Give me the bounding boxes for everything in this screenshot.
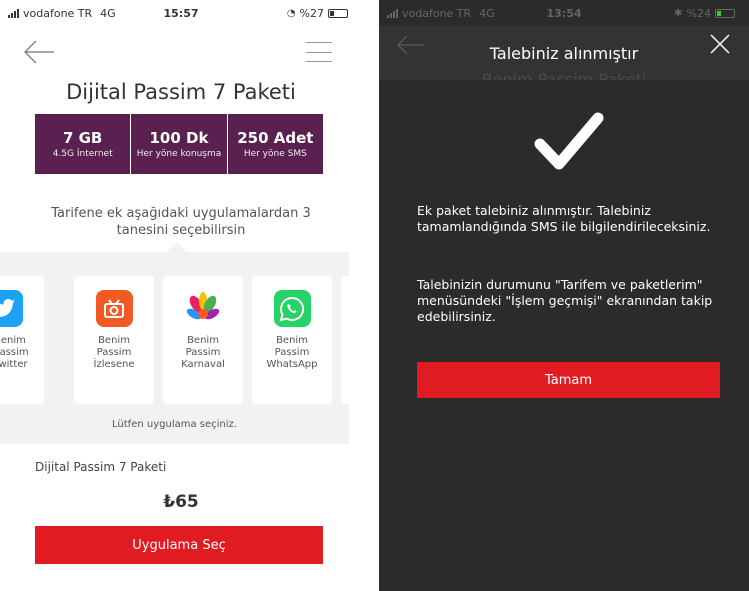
battery-icon (715, 9, 735, 18)
dialog-title: Talebiniz alınmıştır (489, 44, 639, 63)
carousel-pointer (166, 242, 188, 253)
price-package-name: Dijital Passim 7 Paketi (35, 460, 167, 474)
karnaval-icon (185, 290, 222, 327)
tracking-message: Talebinizin durumunu "Tarifem ve paketle… (417, 277, 713, 324)
app-card-izlesene[interactable]: Benim Passim İzlesene (74, 276, 154, 404)
package-desc: 4.5G İnternet (52, 149, 113, 159)
whatsapp-icon (273, 290, 311, 327)
package-value: 250 Adet (237, 129, 314, 147)
battery-icon (328, 9, 348, 18)
ok-button[interactable]: Tamam (417, 362, 720, 398)
background-title: Benim Passim Paketi (481, 70, 647, 80)
package-internet: 7 GB 4.5G İnternet (35, 114, 132, 174)
app-name: Benim Passim Karnaval (181, 335, 225, 370)
menu-icon[interactable] (306, 42, 332, 62)
package-detail-screen: vodafone TR 4G 15:57 ◔ %27 Dijital Passi… (0, 0, 362, 591)
alarm-icon: ◔ (286, 8, 296, 19)
package-summary: 7 GB 4.5G İnternet 100 Dk Her yöne konuş… (35, 114, 323, 174)
package-sms: 250 Adet Her yöne SMS (227, 114, 323, 174)
app-card-partial[interactable] (341, 276, 361, 404)
select-hint: Lütfen uygulama seçiniz. (112, 419, 237, 430)
package-value: 7 GB (62, 129, 103, 147)
app-name: Benim Passim WhatsApp (266, 335, 318, 370)
back-arrow-icon[interactable] (22, 38, 56, 66)
page-title: Dijital Passim 7 Paketi (66, 80, 296, 104)
confirmation-message: Ek paket talebiniz alınmıştır. Talebiniz… (417, 203, 711, 234)
package-minutes: 100 Dk Her yöne konuşma (131, 114, 228, 174)
package-price: ₺65 (163, 492, 199, 512)
status-bar: vodafone TR 4G 15:57 ◔ %27 (0, 0, 362, 26)
app-name: Benim Passim İzlesene (93, 335, 135, 370)
package-desc: Her yöne SMS (243, 149, 307, 159)
app-card-whatsapp[interactable]: Benim Passim WhatsApp (252, 276, 332, 404)
package-desc: Her yöne konuşma (136, 149, 222, 159)
bluetooth-icon: ✱ (674, 8, 683, 19)
app-carousel[interactable]: Benim Passim Twitter Benim Passim İzlese… (0, 242, 361, 444)
app-name: Benim Passim Twitter (0, 335, 29, 370)
app-card-twitter[interactable]: Benim Passim Twitter (0, 276, 44, 404)
twitter-icon (0, 290, 23, 327)
checkmark-icon (534, 112, 604, 170)
select-app-button[interactable]: Uygulama Seç (35, 526, 323, 564)
status-bar: vodafone TR 4G 13:54 ✱ %24 (379, 0, 749, 26)
battery-percent: %27 (299, 7, 324, 20)
app-card-karnaval[interactable]: Benim Passim Karnaval (163, 276, 243, 404)
package-value: 100 Dk (149, 129, 209, 147)
battery-info: ◔ %27 (287, 7, 348, 20)
request-received-screen: vodafone TR 4G 13:54 ✱ %24 Benim Passim … (379, 0, 749, 591)
izlesene-icon (95, 290, 133, 327)
battery-percent: %24 (686, 7, 711, 20)
battery-info: ✱ %24 (674, 7, 735, 20)
choose-apps-text: Tarifene ek aşağıdaki uygulamalardan 3 t… (51, 206, 311, 238)
close-icon[interactable] (709, 33, 731, 55)
